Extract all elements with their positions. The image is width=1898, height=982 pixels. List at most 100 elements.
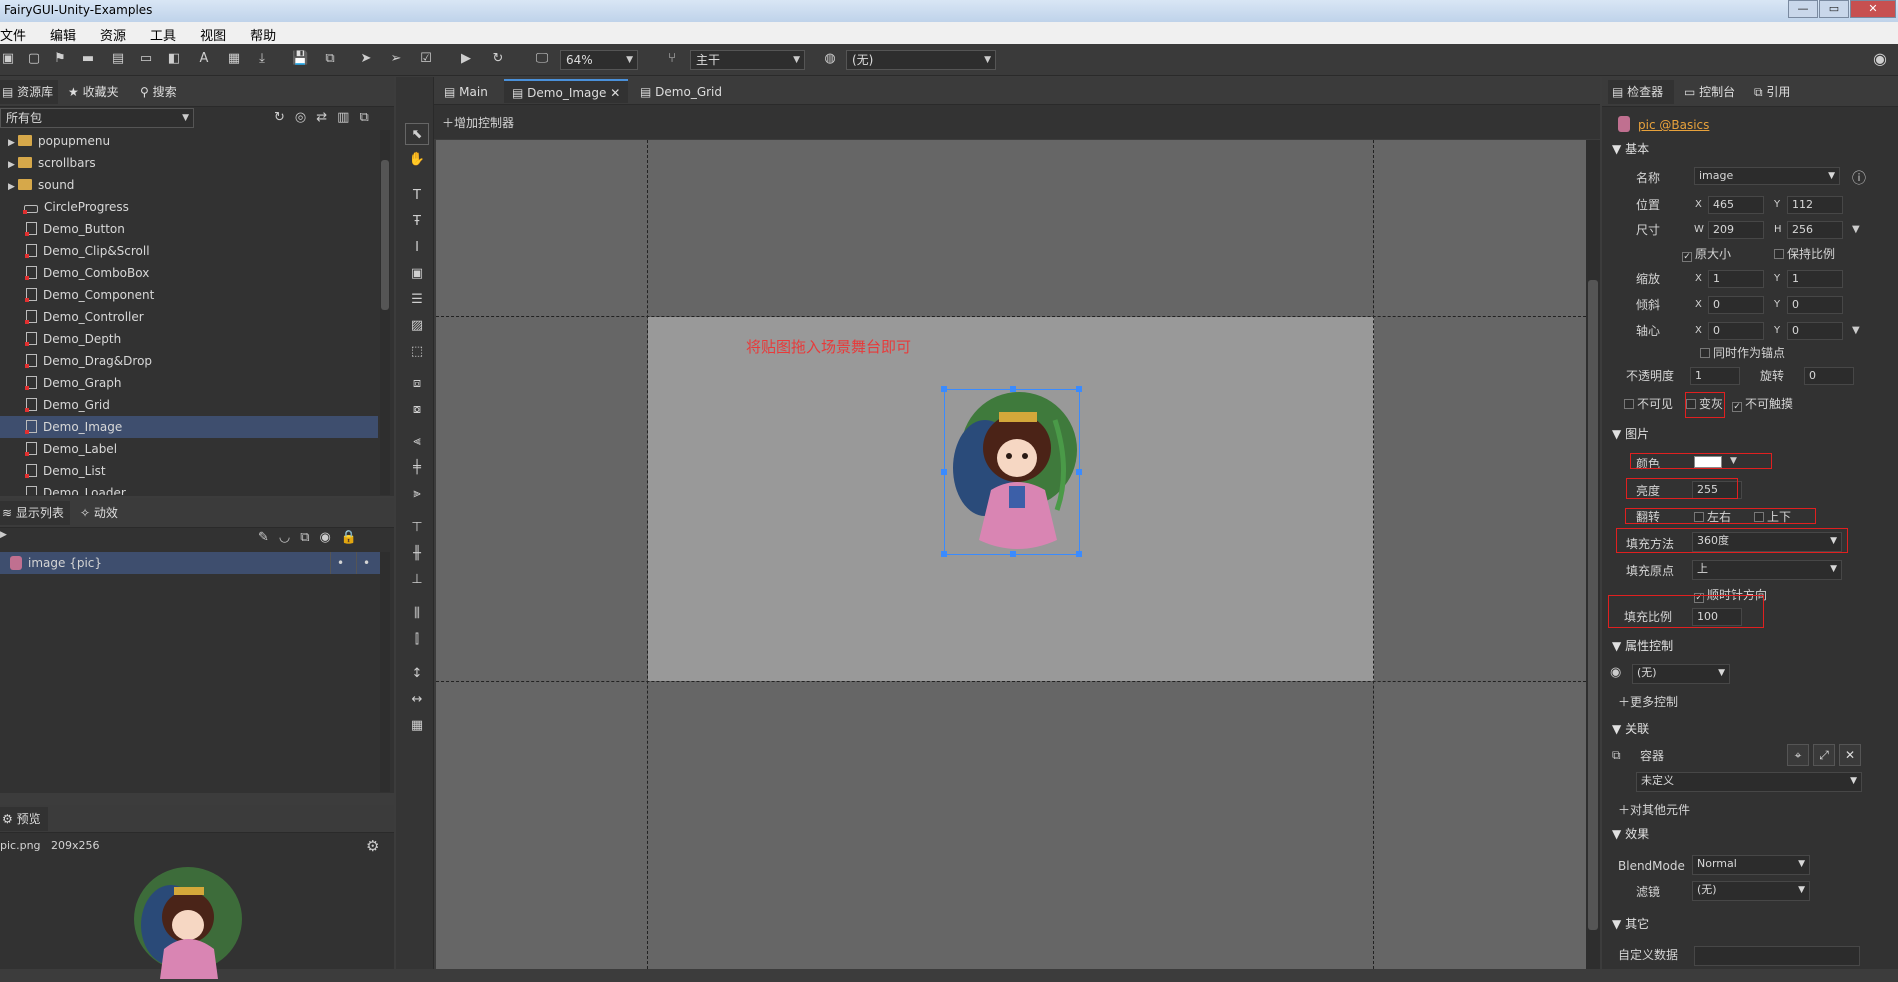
as-anchor-checkbox[interactable]: 同时作为锚点 [1700, 342, 1785, 364]
pivot-menu-icon[interactable]: ▼ [1852, 325, 1860, 336]
scale-y-field[interactable]: 1 [1787, 270, 1843, 288]
tree-item-demo-combobox[interactable]: Demo_ComboBox [0, 262, 378, 284]
tree-folder-popupmenu[interactable]: ▶ popupmenu [0, 130, 378, 152]
new-image-icon[interactable]: ▦ [226, 51, 242, 67]
settings-icon[interactable]: ⚙ [366, 837, 379, 855]
locate-relation-button[interactable]: ⌖ [1787, 744, 1809, 766]
new-label-icon[interactable]: A [196, 51, 212, 67]
tree-item-circleprogress[interactable]: CircleProgress [0, 196, 378, 218]
branch-select[interactable]: 主干 ▼ [690, 50, 805, 70]
alpha-field[interactable]: 1 [1690, 367, 1740, 385]
image-tool-icon[interactable]: ▣ [405, 263, 429, 285]
tree-item-demo-list[interactable]: Demo_List [0, 460, 378, 482]
minimize-button[interactable]: — [1788, 0, 1818, 18]
new-progress-icon[interactable]: ▭ [138, 51, 154, 67]
menu-edit[interactable]: 编辑 [38, 22, 88, 44]
expand-icon[interactable]: ▶ [0, 530, 7, 540]
tree-item-demo-clip-scroll[interactable]: Demo_Clip&Scroll [0, 240, 378, 262]
columns-icon[interactable]: ▥ [337, 110, 359, 125]
close-tab-icon[interactable]: ✕ [610, 86, 620, 100]
same-width-icon[interactable]: ↔ [405, 689, 429, 711]
scale-x-field[interactable]: 1 [1708, 270, 1764, 288]
save-all-icon[interactable]: ⧉ [322, 51, 338, 67]
tree-item-demo-button[interactable]: Demo_Button [0, 218, 378, 240]
stage-area[interactable]: 将贴图拖入场景舞台即可 [436, 140, 1586, 969]
tab-console[interactable]: ▭ 控制台 [1684, 80, 1735, 104]
globe-icon[interactable]: ◍ [822, 51, 838, 67]
blendmode-select[interactable]: Normal ▼ [1692, 855, 1810, 875]
open-icon[interactable]: ▢ [26, 51, 42, 67]
swap-icon[interactable]: ⇄ [316, 110, 337, 125]
size-menu-icon[interactable]: ▼ [1852, 224, 1860, 235]
display-scrollbar[interactable] [380, 552, 390, 792]
align-top-icon[interactable]: ⊤ [405, 517, 429, 539]
lock-icon[interactable]: 🔒 [341, 530, 367, 545]
edit-icon[interactable]: ✎ [258, 530, 279, 545]
menu-help[interactable]: 帮助 [238, 22, 288, 44]
scrollbar-thumb[interactable] [1588, 280, 1598, 930]
publish-icon[interactable]: ➤ [358, 51, 374, 67]
skew-x-field[interactable]: 0 [1708, 296, 1764, 314]
align-center-icon[interactable]: ╪ [405, 457, 429, 479]
save-icon[interactable]: 💾 [292, 51, 308, 67]
richtext-tool-icon[interactable]: Ŧ [405, 211, 429, 233]
skew-y-field[interactable]: 0 [1787, 296, 1843, 314]
pos-x-field[interactable]: 465 [1708, 196, 1764, 214]
tree-item-demo-component[interactable]: Demo_Component [0, 284, 378, 306]
menu-file[interactable]: 文件 [0, 22, 38, 44]
new-button-icon[interactable]: ▬ [80, 51, 96, 67]
align-bottom-icon[interactable]: ⊥ [405, 569, 429, 591]
expand-icon[interactable]: ▶ [8, 154, 18, 176]
publish-settings-icon[interactable]: ➢ [388, 51, 404, 67]
gear-select[interactable]: (无) ▼ [1632, 664, 1730, 684]
bookmark-icon[interactable]: ⚑ [52, 51, 68, 67]
tab-inspector[interactable]: ▤ 检查器 [1608, 80, 1674, 104]
close-window-button[interactable]: ✕ [1850, 0, 1896, 18]
rotation-field[interactable]: 0 [1804, 367, 1854, 385]
language-select[interactable]: (无) ▼ [846, 50, 996, 70]
align-right-icon[interactable]: ⫸ [405, 483, 429, 505]
select-tool-icon[interactable]: ⬉ [405, 123, 429, 145]
maximize-button[interactable]: ▭ [1819, 0, 1849, 18]
tab-preview[interactable]: ⚙ 预览 [0, 807, 48, 831]
tree-item-demo-depth[interactable]: Demo_Depth [0, 328, 378, 350]
more-controls-button[interactable]: ＋更多控制 [1618, 691, 1678, 713]
resize-handle[interactable] [941, 386, 947, 392]
refresh-icon[interactable]: ↻ [490, 51, 506, 67]
tree-folder-scrollbars[interactable]: ▶ scrollbars [0, 152, 378, 174]
new-slider-icon[interactable]: ◧ [166, 51, 182, 67]
tab-demo-grid[interactable]: ▤ Demo_Grid [630, 80, 730, 104]
text-tool-icon[interactable]: T [405, 185, 429, 207]
eye-icon[interactable]: ◉ [320, 530, 341, 545]
info-icon[interactable]: ⓘ [1852, 168, 1866, 188]
untouchable-checkbox[interactable]: ✓ 不可触摸 [1732, 393, 1793, 415]
section-relation[interactable]: ▼ 关联 [1612, 719, 1649, 739]
distribute-h-icon[interactable]: ⫼ [405, 603, 429, 625]
align-middle-icon[interactable]: ╫ [405, 543, 429, 565]
scrollbar-thumb[interactable] [381, 160, 389, 310]
size-w-field[interactable]: 209 [1708, 221, 1764, 239]
library-scrollbar[interactable] [380, 130, 390, 495]
cube-tool-icon[interactable]: ⬚ [405, 341, 429, 363]
grid-icon[interactable]: ▦ [405, 715, 429, 737]
pivot-x-field[interactable]: 0 [1708, 322, 1764, 340]
tree-item-demo-grid[interactable]: Demo_Grid [0, 394, 378, 416]
relation-select[interactable]: 未定义 ▼ [1636, 772, 1862, 792]
tree-folder-sound[interactable]: ▶ sound [0, 174, 378, 196]
zoom-select[interactable]: 64% ▼ [560, 50, 638, 70]
expand-relation-button[interactable]: ⤢ [1813, 744, 1835, 766]
original-size-checkbox[interactable]: ✓ 原大小 [1682, 243, 1731, 265]
selected-image[interactable] [941, 386, 1082, 557]
loader-tool-icon[interactable]: ▨ [405, 315, 429, 337]
tree-item-demo-image[interactable]: Demo_Image [0, 416, 378, 438]
same-height-icon[interactable]: ↕ [405, 663, 429, 685]
invisible-checkbox[interactable]: 不可见 [1624, 393, 1673, 415]
tab-assets[interactable]: ▤ 资源库 [0, 80, 58, 104]
fill-origin-select[interactable]: 上 ▼ [1692, 560, 1842, 580]
new-project-icon[interactable]: ▣ [0, 51, 16, 67]
hand-tool-icon[interactable]: ✋ [405, 149, 429, 171]
section-basic[interactable]: ▼ 基本 [1612, 139, 1649, 159]
tree-item-demo-controller[interactable]: Demo_Controller [0, 306, 378, 328]
sync-icon[interactable]: ↻ [274, 110, 295, 125]
user-icon[interactable]: ◉ [1872, 51, 1888, 67]
